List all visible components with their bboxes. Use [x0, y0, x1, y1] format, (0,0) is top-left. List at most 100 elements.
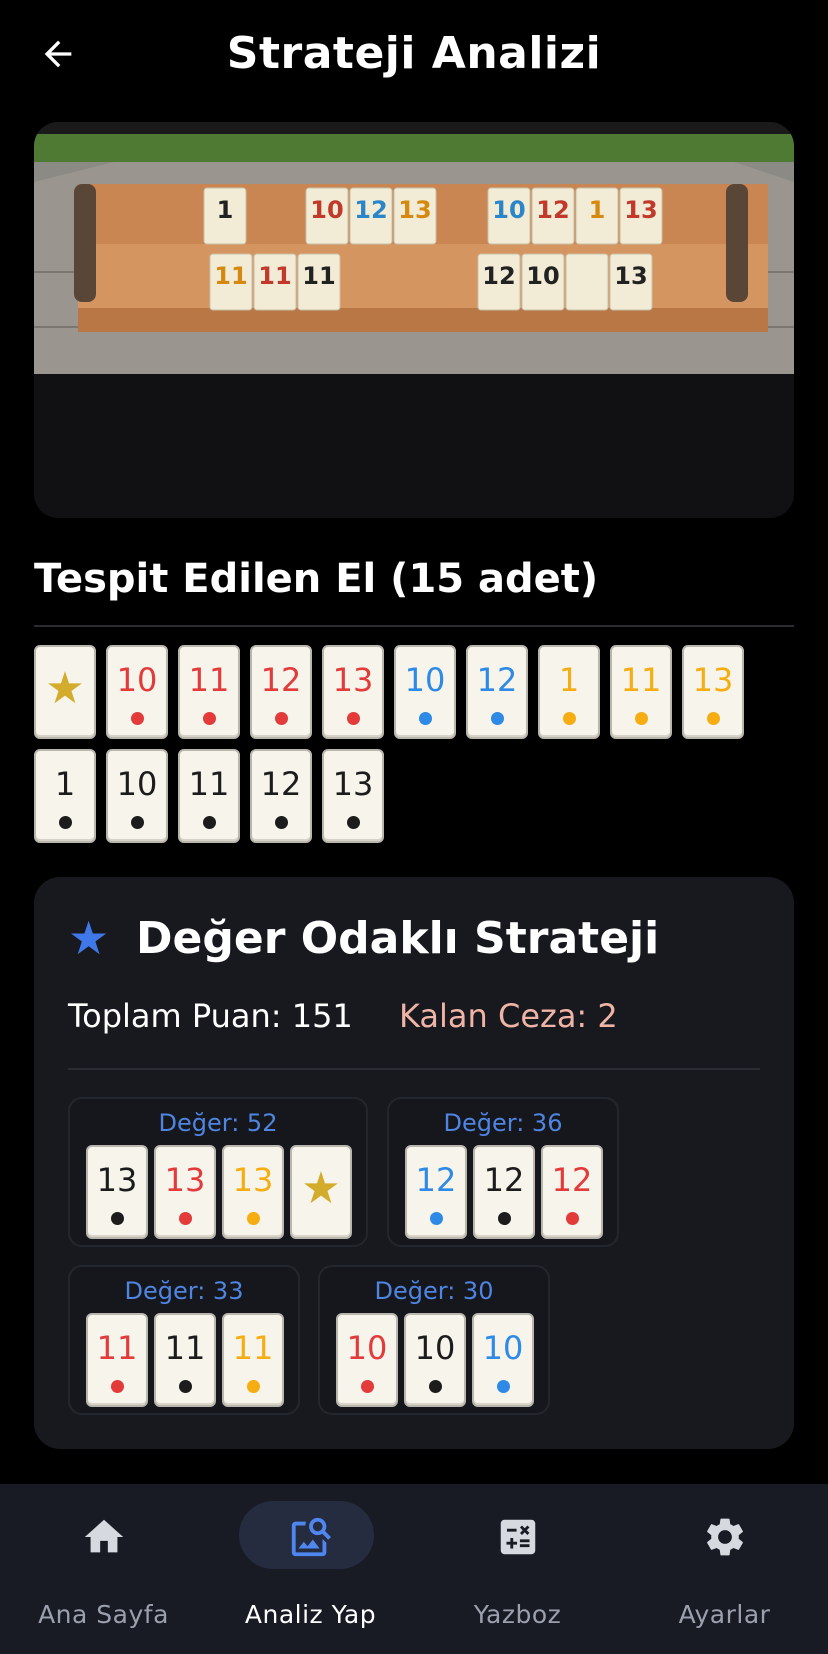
total-score: Toplam Puan: 151: [68, 997, 353, 1035]
joker-tile: ★: [34, 645, 96, 739]
svg-text:13: 13: [624, 196, 657, 224]
strategy-title: Değer Odaklı Strateji: [136, 913, 660, 964]
nav-label: Yazboz: [473, 1600, 562, 1629]
tile-group: Değer: 36 12 12 12: [387, 1097, 619, 1247]
tile-dot: [346, 816, 360, 829]
tile-number: 10: [116, 661, 158, 699]
tile-number: 11: [232, 1329, 274, 1367]
tile-dot: [110, 1212, 124, 1225]
tile-dot: [346, 712, 360, 725]
strategy-card[interactable]: ★ Değer Odaklı Strateji Toplam Puan: 151…: [34, 877, 794, 1449]
tile: 12: [405, 1145, 467, 1239]
tile-dot: [428, 1380, 442, 1393]
tile-number: 13: [232, 1161, 274, 1199]
tile: 10: [106, 645, 168, 739]
tile: 10: [404, 1313, 466, 1407]
tile: 13: [86, 1145, 148, 1239]
group-tiles: 13 13 13 ★: [86, 1145, 352, 1239]
svg-text:12: 12: [536, 196, 569, 224]
star-icon: ★: [68, 911, 110, 965]
tile: 10: [472, 1313, 534, 1407]
tile-dot: [274, 712, 288, 725]
svg-text:13: 13: [614, 262, 647, 290]
tile-number: 11: [188, 765, 230, 803]
svg-text:1: 1: [217, 196, 234, 224]
divider: [34, 625, 794, 627]
tile-number: 12: [483, 1161, 525, 1199]
remaining-penalty: Kalan Ceza: 2: [399, 997, 618, 1035]
svg-text:12: 12: [482, 262, 515, 290]
group-value-label: Değer: 52: [158, 1109, 278, 1137]
nav-label: Ana Sayfa: [38, 1600, 169, 1629]
tile-group: Değer: 30 10 10 10: [318, 1265, 550, 1415]
nav-label: Analiz Yap: [244, 1600, 377, 1629]
svg-text:11: 11: [258, 262, 291, 290]
board-photo: 1 10 12 13 10 12 1 13 11 11 11 12 10 13: [34, 122, 794, 374]
tile-number: 10: [346, 1329, 388, 1367]
tile-dot: [418, 712, 432, 725]
nav-item-analyze[interactable]: Analiz Yap: [207, 1484, 414, 1654]
tile: 11: [222, 1313, 284, 1407]
tile-number: 13: [332, 661, 374, 699]
group-tiles: 12 12 12: [405, 1145, 603, 1239]
tile-number: 12: [415, 1161, 457, 1199]
group-value-label: Değer: 30: [374, 1277, 494, 1305]
tile-number: 13: [692, 661, 734, 699]
tile: 12: [541, 1145, 603, 1239]
home-icon: [0, 1514, 207, 1560]
tile-dot: [634, 712, 648, 725]
tile: 1: [538, 645, 600, 739]
tile: 12: [250, 645, 312, 739]
tile-dot: [562, 712, 576, 725]
tile-number: 12: [260, 661, 302, 699]
calculator-icon: [414, 1514, 621, 1560]
image-search-icon: [207, 1514, 414, 1560]
tile-group: Değer: 33 11 11 11: [68, 1265, 300, 1415]
tile-dot: [110, 1380, 124, 1393]
nav-item-settings[interactable]: Ayarlar: [621, 1484, 828, 1654]
tile: 10: [394, 645, 456, 739]
group-tiles: 10 10 10: [336, 1313, 534, 1407]
divider: [68, 1068, 760, 1070]
app-header: Strateji Analizi: [0, 0, 828, 112]
tile-dot: [496, 1380, 510, 1393]
tile-number: 1: [54, 765, 76, 803]
nav-item-home[interactable]: Ana Sayfa: [0, 1484, 207, 1654]
tile-dot: [202, 712, 216, 725]
tile-number: 11: [164, 1329, 206, 1367]
tile: 11: [610, 645, 672, 739]
gear-icon: [621, 1514, 828, 1560]
tile: 10: [336, 1313, 398, 1407]
tile-number: 12: [551, 1161, 593, 1199]
tile: 12: [250, 749, 312, 843]
star-icon: ★: [301, 1163, 341, 1214]
hand-tiles: ★ 10 11 12 13 10 12 1 11 13 1 10 11 12 13: [34, 645, 794, 843]
joker-tile: ★: [290, 1145, 352, 1239]
tile-number: 13: [332, 765, 374, 803]
tile-dot: [178, 1380, 192, 1393]
tile-number: 12: [476, 661, 518, 699]
tile-number: 11: [620, 661, 662, 699]
page-title: Strateji Analizi: [226, 28, 602, 79]
svg-text:11: 11: [214, 262, 247, 290]
tile: 13: [682, 645, 744, 739]
tile-number: 13: [164, 1161, 206, 1199]
tile: 1: [34, 749, 96, 843]
tile-dot: [360, 1380, 374, 1393]
tile-number: 1: [558, 661, 580, 699]
tile: 13: [154, 1145, 216, 1239]
svg-text:11: 11: [302, 262, 335, 290]
tile-dot: [706, 712, 720, 725]
bottom-navigation: Ana Sayfa Analiz Yap Yazboz Ayarlar: [0, 1484, 828, 1654]
tile-dot: [497, 1212, 511, 1225]
nav-item-scoreboard[interactable]: Yazboz: [414, 1484, 621, 1654]
tile: 13: [222, 1145, 284, 1239]
tile: 11: [178, 749, 240, 843]
tile-number: 11: [96, 1329, 138, 1367]
tile: 12: [473, 1145, 535, 1239]
group-value-label: Değer: 33: [124, 1277, 244, 1305]
svg-text:1: 1: [589, 196, 606, 224]
tile-dot: [490, 712, 504, 725]
nav-label: Ayarlar: [678, 1600, 771, 1629]
tile: 13: [322, 749, 384, 843]
